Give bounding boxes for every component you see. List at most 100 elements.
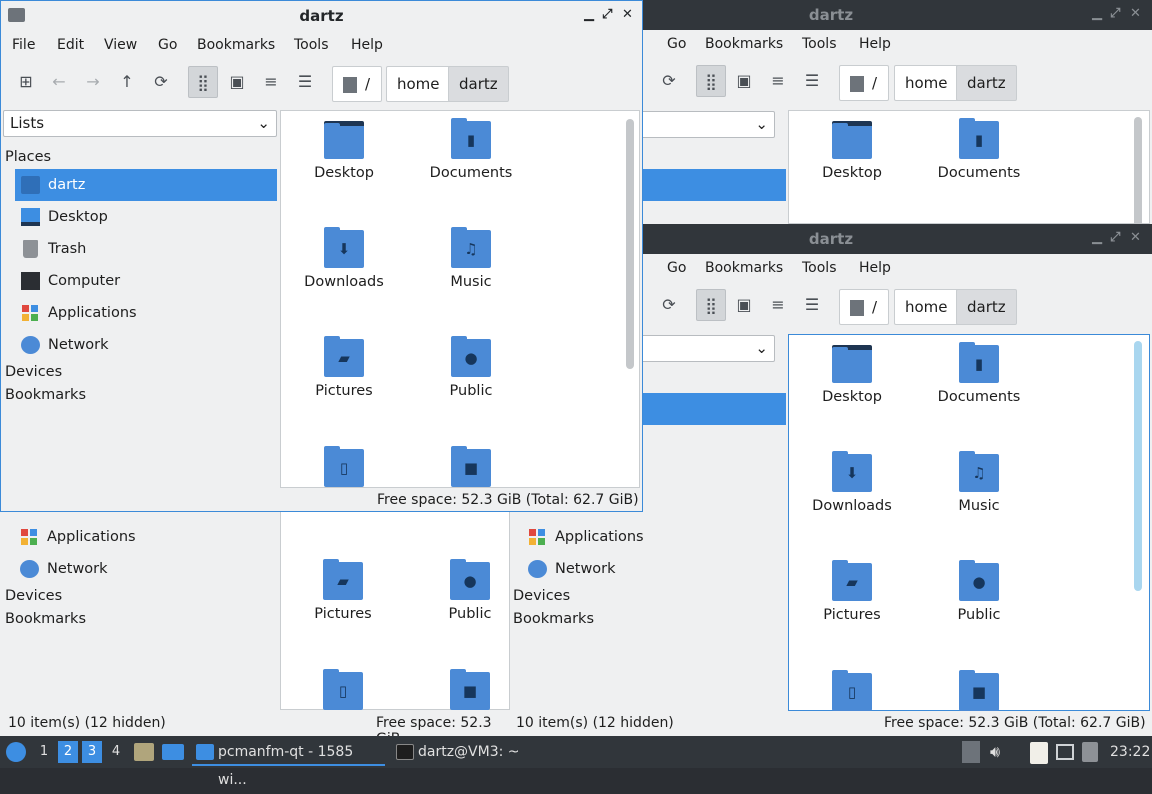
path-root-button[interactable]: / bbox=[332, 66, 382, 102]
folder-item[interactable]: ■ bbox=[410, 669, 510, 716]
folder-item[interactable]: ▰ Pictures bbox=[283, 559, 403, 622]
scrollbar[interactable] bbox=[626, 119, 634, 369]
menu-edit[interactable]: Edit bbox=[57, 37, 84, 53]
back-button[interactable]: ← bbox=[44, 66, 74, 98]
compact-view-button[interactable]: ≡ bbox=[763, 65, 793, 97]
path-root-button[interactable]: / bbox=[839, 65, 889, 101]
folder-view[interactable]: Desktop ▮ Documents bbox=[788, 110, 1150, 224]
thumbnail-view-button[interactable]: ▣ bbox=[729, 289, 759, 321]
places-item-home[interactable]: dartz bbox=[15, 169, 277, 201]
task-terminal[interactable]: dartz@VM3: ~ bbox=[392, 738, 532, 766]
network-tray-icon[interactable] bbox=[1056, 744, 1074, 760]
folder-item[interactable]: ▯ bbox=[792, 670, 912, 717]
menu-help[interactable]: Help bbox=[351, 37, 383, 53]
compact-view-button[interactable]: ≡ bbox=[763, 289, 793, 321]
folder-item[interactable]: ● Public bbox=[411, 336, 531, 399]
places-header[interactable]: Places bbox=[5, 149, 51, 165]
up-button[interactable]: ↑ bbox=[112, 66, 142, 98]
folder-item[interactable]: ▮ Documents bbox=[411, 118, 531, 181]
update-notifier-icon[interactable] bbox=[1082, 742, 1098, 762]
path-current-button[interactable]: dartz bbox=[448, 66, 509, 102]
reload-button[interactable]: ⟳ bbox=[654, 65, 684, 97]
tray-arrow-icon[interactable] bbox=[962, 741, 980, 763]
workspace-3[interactable]: 3 bbox=[82, 741, 102, 763]
folder-view[interactable]: Desktop ▮ Documents ⬇ Downloads ♫ Music ▰ Pi… bbox=[788, 334, 1150, 711]
scrollbar[interactable] bbox=[1134, 117, 1142, 224]
folder-item[interactable]: ● Public bbox=[919, 560, 1039, 623]
devices-header[interactable]: Devices bbox=[513, 588, 570, 604]
places-item-applications[interactable]: Applications bbox=[15, 297, 277, 329]
thumbnail-view-button[interactable]: ▣ bbox=[729, 65, 759, 97]
places-item-computer[interactable]: Computer bbox=[15, 265, 277, 297]
close-icon[interactable]: ✕ bbox=[622, 7, 633, 23]
start-menu-icon[interactable] bbox=[6, 742, 26, 762]
icon-view-button[interactable]: ⣿ bbox=[188, 66, 218, 98]
icon-view-button[interactable]: ⣿ bbox=[696, 65, 726, 97]
reload-button[interactable]: ⟳ bbox=[146, 66, 176, 98]
workspace-4[interactable]: 4 bbox=[106, 741, 126, 763]
devices-header[interactable]: Devices bbox=[5, 588, 62, 604]
workspace-2[interactable]: 2 bbox=[58, 741, 78, 763]
folder-item[interactable]: ▮ Documents bbox=[919, 342, 1039, 405]
close-icon[interactable]: ✕ bbox=[1130, 6, 1141, 22]
icon-view-button[interactable]: ⣿ bbox=[696, 289, 726, 321]
compact-view-button[interactable]: ≡ bbox=[256, 66, 286, 98]
places-item-applications[interactable]: Applications bbox=[14, 521, 277, 553]
reload-button[interactable]: ⟳ bbox=[654, 289, 684, 321]
folder-item[interactable]: Desktop bbox=[792, 121, 912, 181]
clipboard-icon[interactable] bbox=[1030, 742, 1048, 764]
menu-bookmarks[interactable]: Bookmarks bbox=[705, 260, 783, 276]
minimize-icon[interactable]: ▁ bbox=[1092, 230, 1102, 246]
bookmarks-header[interactable]: Bookmarks bbox=[513, 611, 594, 627]
folder-item[interactable]: ■ bbox=[411, 446, 531, 493]
maximize-icon[interactable]: ⤢ bbox=[602, 7, 612, 23]
close-icon[interactable]: ✕ bbox=[1130, 230, 1141, 246]
menu-tools[interactable]: Tools bbox=[294, 37, 329, 53]
path-root-button[interactable]: / bbox=[839, 289, 889, 325]
menu-view[interactable]: View bbox=[104, 37, 137, 53]
thumbnail-view-button[interactable]: ▣ bbox=[222, 66, 252, 98]
file-manager-window-active[interactable]: dartz ▁ ⤢ ✕ File Edit View Go Bookmarks … bbox=[0, 0, 643, 512]
show-desktop-icon[interactable] bbox=[162, 744, 184, 760]
devices-header[interactable]: Devices bbox=[5, 364, 62, 380]
menu-file[interactable]: File bbox=[12, 37, 35, 53]
path-current-button[interactable]: dartz bbox=[956, 289, 1017, 325]
file-manager-launcher-icon[interactable] bbox=[134, 743, 154, 761]
detailed-view-button[interactable]: ☰ bbox=[797, 289, 827, 321]
maximize-icon[interactable]: ⤢ bbox=[1110, 6, 1120, 22]
folder-item[interactable]: ▰ Pictures bbox=[284, 336, 404, 399]
maximize-icon[interactable]: ⤢ bbox=[1110, 230, 1120, 246]
folder-view[interactable]: ▰ Pictures ● Public ▯ ■ bbox=[280, 500, 510, 710]
places-item-network[interactable]: Network bbox=[14, 553, 277, 585]
menu-go[interactable]: Go bbox=[667, 36, 686, 52]
path-home-button[interactable]: home bbox=[386, 66, 451, 102]
menu-help[interactable]: Help bbox=[859, 36, 891, 52]
title-bar[interactable]: dartz ▁ ⤢ ✕ bbox=[1, 1, 642, 31]
file-manager-window-bottom-left[interactable]: Applications Network Devices Bookmarks ▰… bbox=[0, 500, 510, 736]
places-item-network[interactable]: Network bbox=[522, 553, 785, 585]
places-item-network[interactable]: Network bbox=[15, 329, 277, 361]
volume-icon[interactable]: 🔊︎ bbox=[990, 742, 1000, 762]
menu-go[interactable]: Go bbox=[158, 37, 177, 53]
detailed-view-button[interactable]: ☰ bbox=[797, 65, 827, 97]
menu-help[interactable]: Help bbox=[859, 260, 891, 276]
folder-item[interactable]: ■ bbox=[919, 670, 1039, 717]
folder-item[interactable]: ▯ bbox=[283, 669, 403, 716]
side-pane-mode-select[interactable]: Lists ⌄ bbox=[3, 110, 277, 137]
clock[interactable]: 23:22 bbox=[1110, 744, 1150, 760]
folder-item[interactable]: ▰ Pictures bbox=[792, 560, 912, 623]
menu-bookmarks[interactable]: Bookmarks bbox=[705, 36, 783, 52]
bookmarks-header[interactable]: Bookmarks bbox=[5, 387, 86, 403]
scrollbar[interactable] bbox=[1134, 341, 1142, 591]
task-pcmanfm[interactable]: pcmanfm-qt - 1585 wi... bbox=[192, 738, 385, 788]
places-item-applications[interactable]: Applications bbox=[522, 521, 785, 553]
folder-item[interactable]: ▮ Documents bbox=[919, 118, 1039, 181]
places-item-trash[interactable]: Trash bbox=[15, 233, 277, 265]
path-home-button[interactable]: home bbox=[894, 65, 959, 101]
workspace-1[interactable]: 1 bbox=[34, 741, 54, 763]
folder-item[interactable]: ● Public bbox=[410, 559, 510, 622]
folder-item[interactable]: ⬇ Downloads bbox=[792, 451, 912, 514]
folder-view[interactable]: Desktop ▮ Documents ⬇ Downloads ♫ Music ▰ Pi… bbox=[280, 110, 640, 488]
forward-button[interactable]: → bbox=[78, 66, 108, 98]
menu-tools[interactable]: Tools bbox=[802, 260, 837, 276]
